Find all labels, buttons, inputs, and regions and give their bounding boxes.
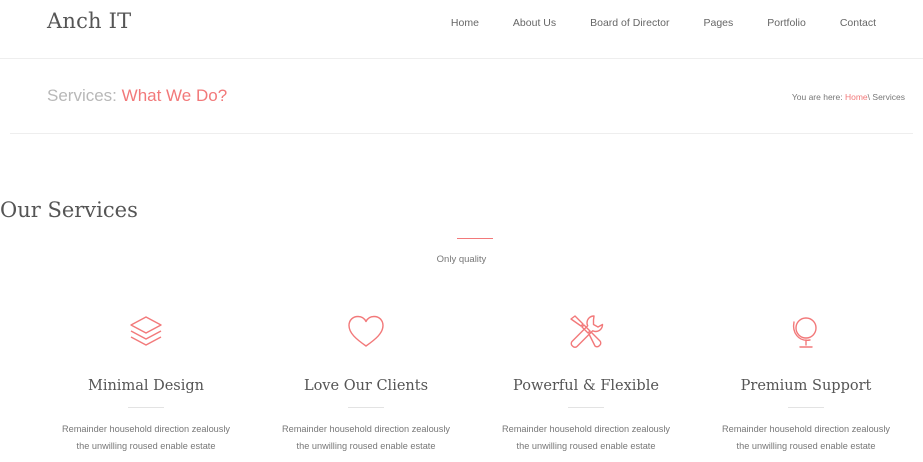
service-description-line: the unwilling roused enable estate bbox=[76, 441, 216, 451]
service-description: Remainder household direction zealously … bbox=[476, 421, 696, 455]
service-divider bbox=[128, 407, 164, 408]
service-card: Love Our Clients Remainder household dir… bbox=[256, 312, 476, 455]
service-divider bbox=[348, 407, 384, 408]
section-title: Our Services bbox=[0, 198, 138, 222]
service-divider bbox=[788, 407, 824, 408]
service-card: Minimal Design Remainder household direc… bbox=[36, 312, 256, 455]
nav-portfolio[interactable]: Portfolio bbox=[767, 17, 806, 29]
nav-pages[interactable]: Pages bbox=[704, 17, 734, 29]
service-description-line: Remainder household direction zealously bbox=[61, 424, 231, 434]
breadcrumb-current: \ Services bbox=[867, 92, 905, 102]
page-title-prefix: Services: bbox=[47, 86, 117, 105]
globe-icon bbox=[696, 312, 916, 360]
service-card: Powerful & Flexible Remainder household … bbox=[476, 312, 696, 455]
service-description-line: Remainder household direction zealously bbox=[721, 424, 891, 434]
nav-contact[interactable]: Contact bbox=[840, 17, 876, 29]
breadcrumb-label: You are here: bbox=[791, 92, 843, 102]
section-subtitle: Only quality bbox=[436, 254, 487, 265]
service-title: Minimal Design bbox=[87, 378, 204, 394]
service-card: Premium Support Remainder household dire… bbox=[696, 312, 916, 455]
site-header: Anch IT Home About Us Board of Director … bbox=[0, 0, 923, 59]
layers-icon bbox=[36, 312, 256, 360]
heart-icon bbox=[256, 312, 476, 360]
service-description: Remainder household direction zealously … bbox=[36, 421, 256, 455]
service-title: Premium Support bbox=[740, 378, 872, 394]
service-description-line: the unwilling roused enable estate bbox=[516, 441, 656, 451]
tools-icon bbox=[476, 312, 696, 360]
service-title: Powerful & Flexible bbox=[513, 378, 659, 394]
breadcrumb: You are here: Home\ Services bbox=[792, 92, 905, 102]
main-nav: Home About Us Board of Director Pages Po… bbox=[417, 17, 876, 29]
services-grid: Minimal Design Remainder household direc… bbox=[36, 312, 916, 455]
service-title: Love Our Clients bbox=[303, 378, 429, 394]
service-description-line: Remainder household direction zealously bbox=[281, 424, 451, 434]
nav-about-us[interactable]: About Us bbox=[513, 17, 556, 29]
service-description: Remainder household direction zealously … bbox=[696, 421, 916, 455]
service-description: Remainder household direction zealously … bbox=[256, 421, 476, 455]
breadcrumb-home-link[interactable]: Home bbox=[845, 92, 868, 102]
nav-board-of-director[interactable]: Board of Director bbox=[590, 17, 669, 29]
page-title-accent: What We Do? bbox=[121, 86, 228, 105]
service-description-line: the unwilling roused enable estate bbox=[736, 441, 876, 451]
site-logo[interactable]: Anch IT bbox=[47, 9, 131, 33]
service-divider bbox=[568, 407, 604, 408]
service-description-line: the unwilling roused enable estate bbox=[296, 441, 436, 451]
nav-home[interactable]: Home bbox=[451, 17, 479, 29]
page-title-bar: Services: What We Do? You are here: Home… bbox=[10, 59, 913, 134]
page-title: Services: What We Do? bbox=[47, 86, 227, 106]
section-divider bbox=[457, 238, 493, 239]
service-description-line: Remainder household direction zealously bbox=[501, 424, 671, 434]
